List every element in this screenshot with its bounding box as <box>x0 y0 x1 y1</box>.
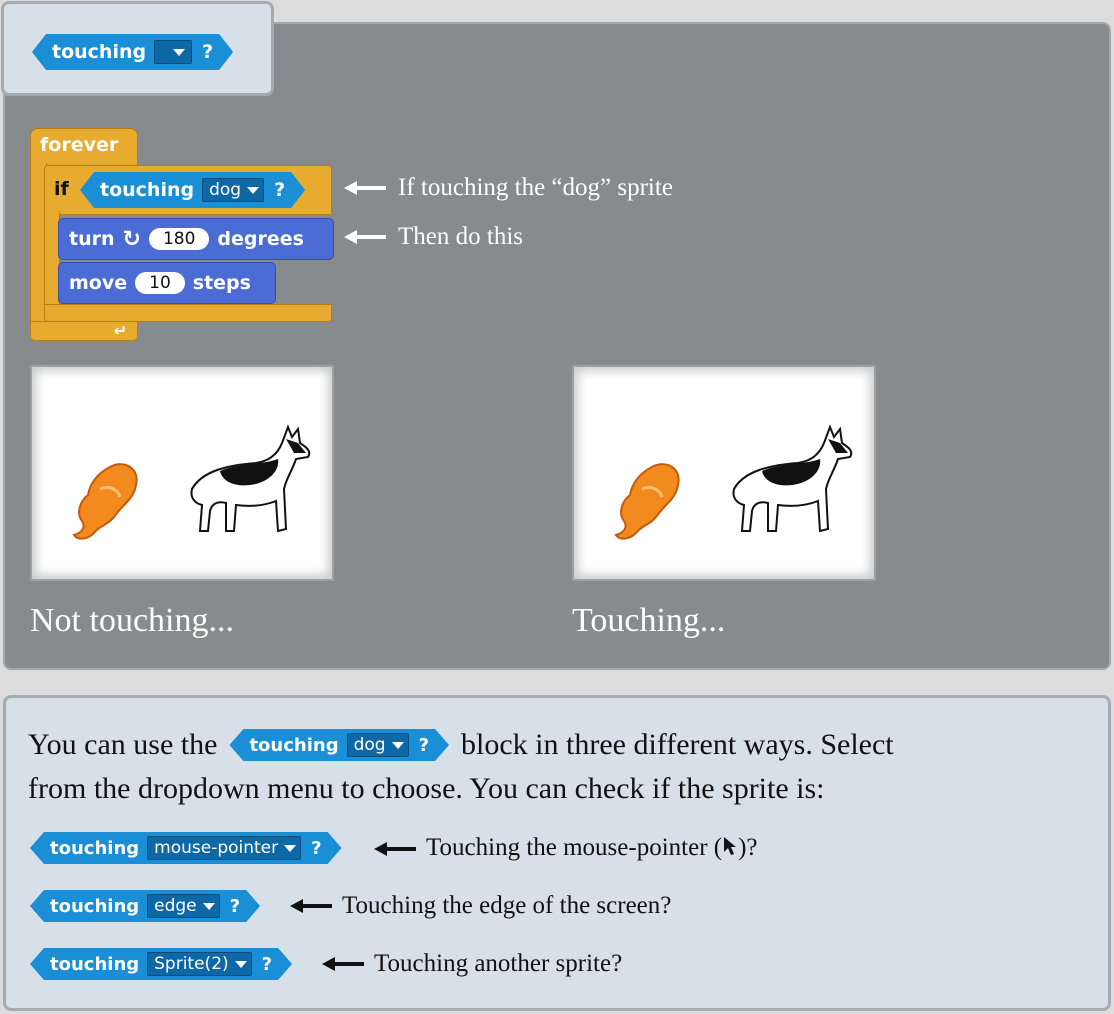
cat-sprite-icon <box>72 463 138 540</box>
arrow-left-icon <box>344 178 386 198</box>
note-sprite: Touching another sprite? <box>322 950 622 978</box>
info-line-2: from the dropdown menu to choose. You ca… <box>28 772 825 805</box>
chevron-down-icon <box>284 845 296 852</box>
block-question: ? <box>202 41 214 63</box>
forever-foot: ↵ <box>30 321 138 341</box>
if-touching-block[interactable]: touching dog ? <box>80 172 305 208</box>
turn-unit: degrees <box>217 228 304 250</box>
block-question: ? <box>311 837 322 859</box>
turn-block[interactable]: turn ↻ 180 degrees <box>58 218 334 260</box>
block-keyword: touching <box>52 41 147 63</box>
touching-edge-block[interactable]: touching edge ? <box>30 890 260 922</box>
chevron-down-icon <box>203 903 215 910</box>
dropdown-value: Sprite(2) <box>154 954 229 974</box>
stage-not-touching <box>32 367 332 579</box>
arrow-left-icon <box>290 896 332 916</box>
caption-touching: Touching... <box>572 602 726 639</box>
cat-sprite-icon <box>614 463 680 540</box>
sprite-dropdown[interactable]: mouse-pointer <box>147 836 301 860</box>
if-label: if <box>54 178 69 200</box>
sprite-dropdown[interactable]: dog <box>347 733 409 757</box>
block-keyword: touching <box>50 837 140 859</box>
inline-touching-block[interactable]: touching dog ? <box>229 729 449 761</box>
move-keyword: move <box>69 272 128 294</box>
sprite-dropdown[interactable]: Sprite(2) <box>147 952 252 976</box>
touching-sprite-block[interactable]: touching Sprite(2) ? <box>30 948 292 980</box>
stage-touching <box>574 367 874 579</box>
info-text: You can use the <box>28 728 218 761</box>
sprite-dropdown[interactable] <box>154 40 192 64</box>
block-question: ? <box>229 895 241 917</box>
note-text: Touching the mouse-pointer ()? <box>426 834 758 863</box>
info-line-1: You can use the touching dog ? block in … <box>28 728 894 762</box>
annotation-text: If touching the “dog” sprite <box>398 174 673 201</box>
dog-sprite-icon <box>732 424 853 533</box>
note-mouse-pointer: Touching the mouse-pointer ()? <box>374 834 758 863</box>
block-question: ? <box>274 179 286 201</box>
block-question: ? <box>418 734 430 756</box>
block-keyword: touching <box>50 895 140 917</box>
touching-block-template[interactable]: touching ? <box>32 34 233 70</box>
annotation-text: Then do this <box>398 223 523 250</box>
note-edge: Touching the edge of the screen? <box>290 892 671 920</box>
dropdown-value: dog <box>209 180 242 200</box>
chevron-down-icon <box>235 961 247 968</box>
block-question: ? <box>261 953 273 975</box>
arrow-left-icon <box>374 839 416 859</box>
turn-clockwise-icon: ↻ <box>122 226 141 252</box>
sprite-dropdown[interactable]: dog <box>202 178 264 202</box>
annotation-then: Then do this <box>344 223 523 251</box>
chevron-down-icon <box>392 742 404 749</box>
forever-label: forever <box>40 134 119 156</box>
dog-sprite-icon <box>190 424 311 533</box>
if-foot <box>44 304 332 322</box>
loop-arrow-icon: ↵ <box>113 321 127 340</box>
sprite-dropdown[interactable]: edge <box>147 894 220 918</box>
stage-scene <box>614 424 853 540</box>
note-text: Touching another sprite? <box>374 950 623 977</box>
block-keyword: touching <box>100 179 195 201</box>
info-text: block in three different ways. Select <box>461 728 894 761</box>
dropdown-value: edge <box>154 896 197 916</box>
dropdown-value: dog <box>353 735 386 755</box>
move-block[interactable]: move 10 steps <box>58 262 276 304</box>
turn-keyword: turn <box>69 228 115 250</box>
turn-degrees-input[interactable]: 180 <box>148 228 210 250</box>
annotation-if: If touching the “dog” sprite <box>344 174 673 202</box>
mouse-pointer-icon <box>722 835 738 863</box>
move-steps-input[interactable]: 10 <box>135 272 185 294</box>
caption-not-touching: Not touching... <box>30 602 234 639</box>
block-keyword: touching <box>249 734 339 756</box>
block-tab: touching ? <box>1 1 274 96</box>
note-text: Touching the edge of the screen? <box>342 892 672 919</box>
move-unit: steps <box>192 272 251 294</box>
chevron-down-icon <box>247 187 259 194</box>
dropdown-value: mouse-pointer <box>154 838 279 858</box>
chevron-down-icon <box>173 49 185 56</box>
arrow-left-icon <box>322 954 364 974</box>
block-keyword: touching <box>50 953 140 975</box>
arrow-left-icon <box>344 227 386 247</box>
stage-scene <box>72 424 311 540</box>
touching-mouse-pointer-block[interactable]: touching mouse-pointer ? <box>30 832 342 864</box>
